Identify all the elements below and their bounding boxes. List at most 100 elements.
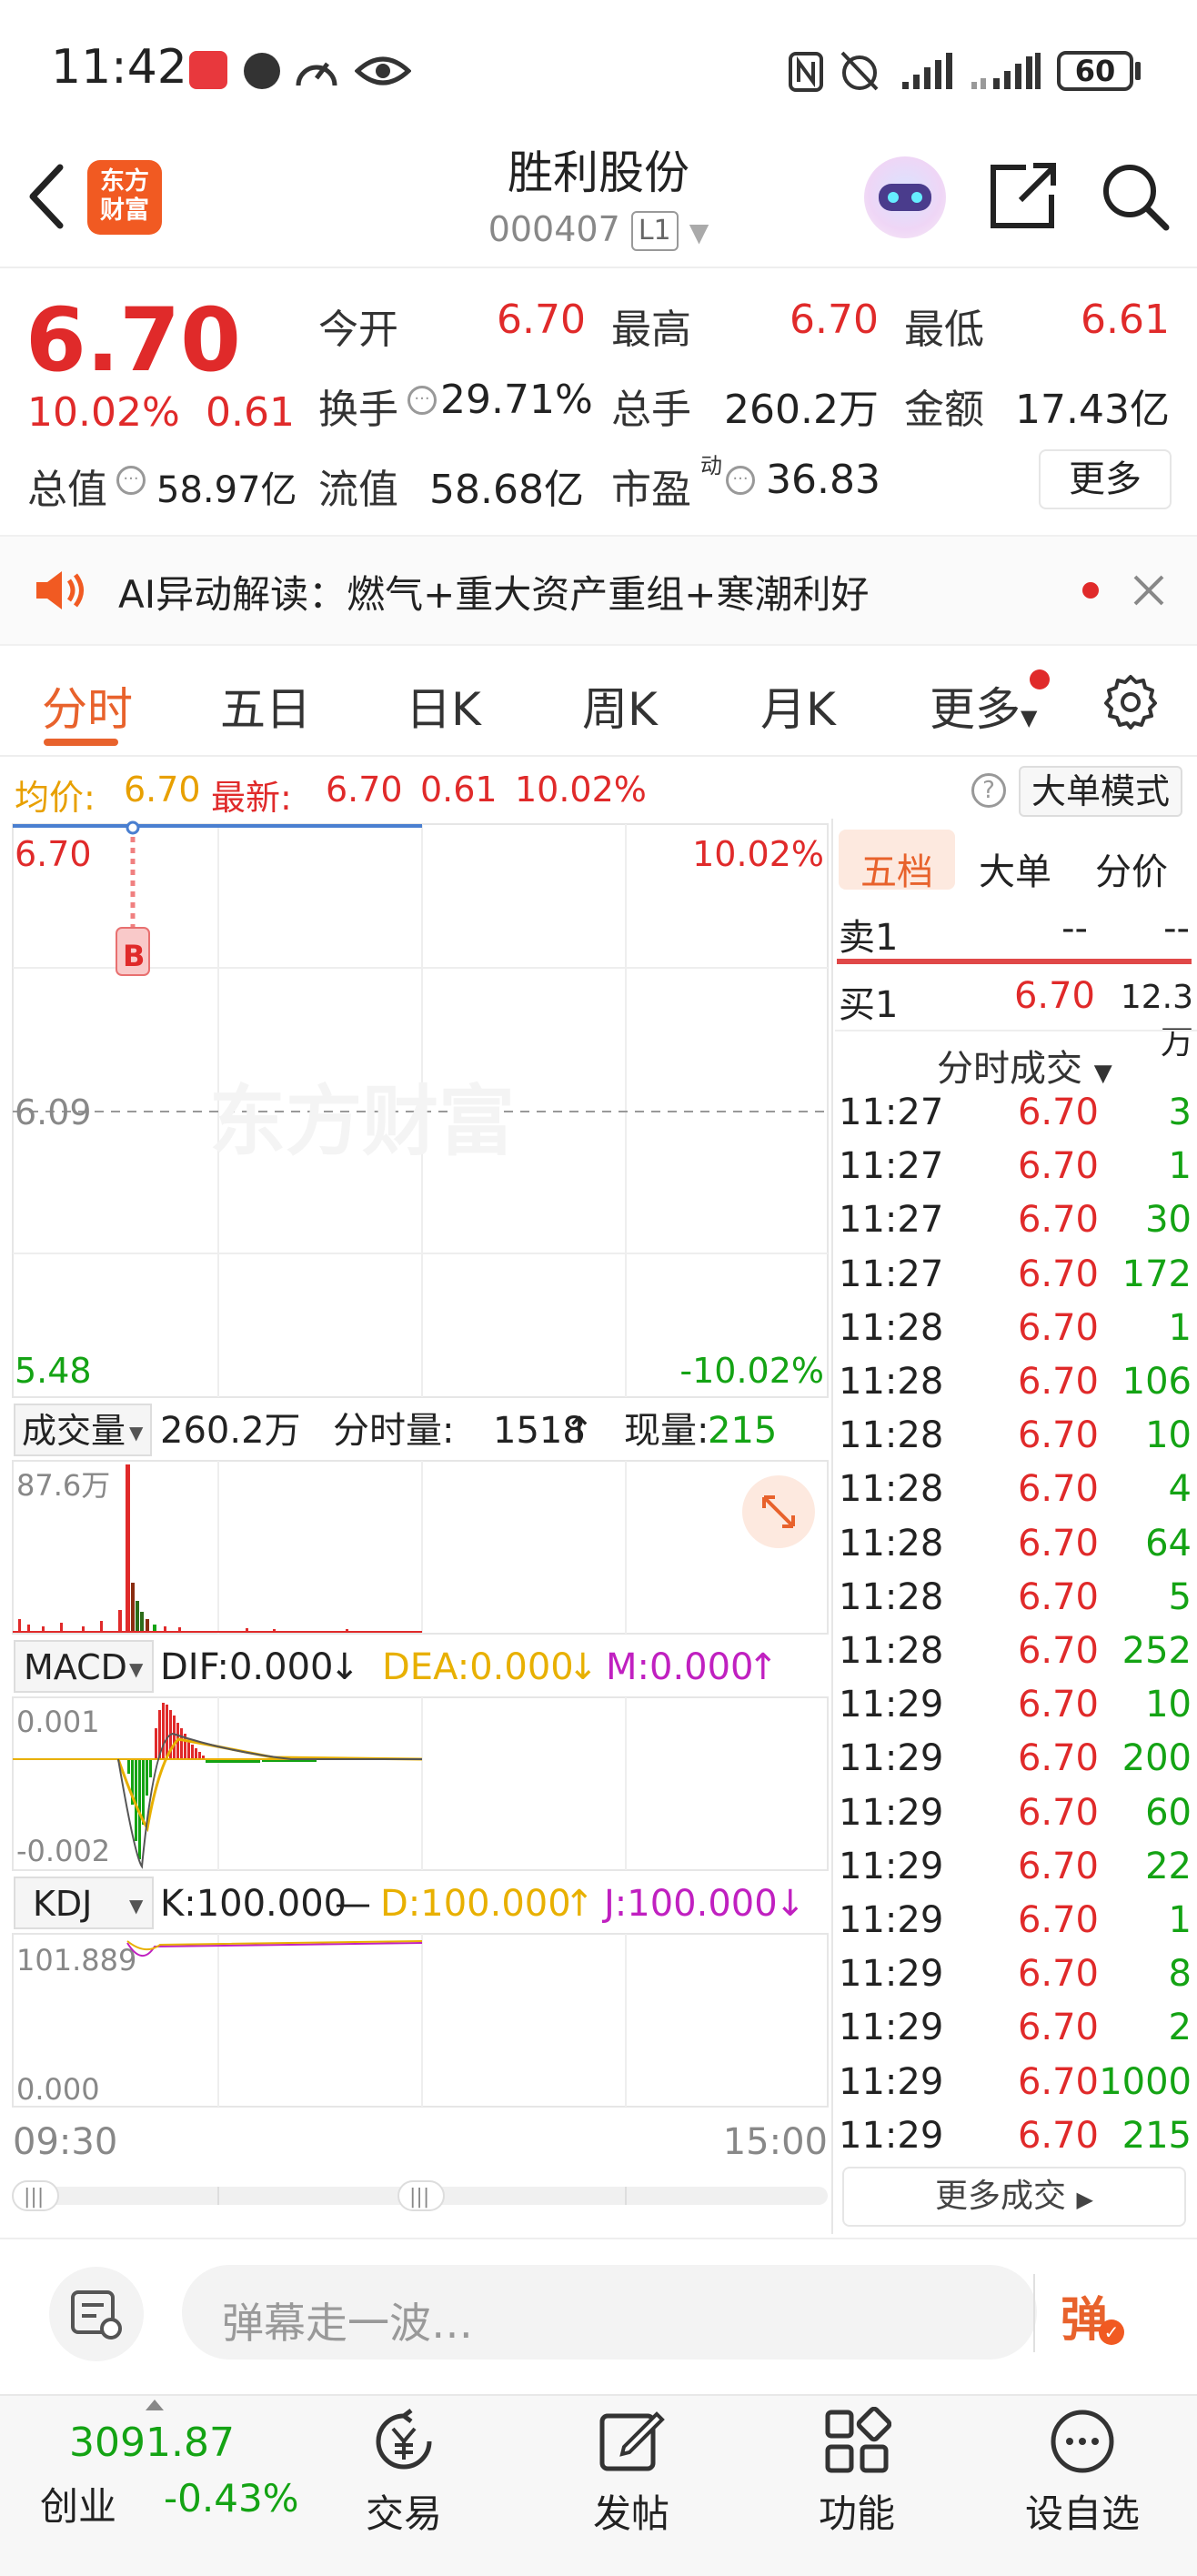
chevron-down-icon: ▼ — [689, 217, 709, 247]
kdj-d: D:100.000 — [380, 1883, 571, 1925]
watermark-text: 东方财富 — [209, 1077, 515, 1166]
deal-price: 6.70 — [1017, 1684, 1099, 1726]
index-value[interactable]: 3091.87 — [69, 2420, 235, 2466]
info-icon[interactable]: ··· — [116, 466, 146, 495]
tab-five-levels[interactable]: 五档 — [860, 842, 933, 895]
tab-weekly-k[interactable]: 周K — [582, 673, 658, 739]
deals-header-label: 分时成交 — [937, 1048, 1082, 1090]
change-amount: 0.61 — [206, 389, 295, 436]
deal-price: 6.70 — [1017, 2114, 1099, 2157]
danmu-placeholder: 弹幕走一波… — [222, 2299, 473, 2348]
deal-row: 11:28 6.70 106 — [839, 1361, 1193, 1414]
check-icon: ✓ — [1099, 2319, 1124, 2345]
tab-more[interactable]: 更多▼ — [930, 673, 1037, 739]
avg-price-value: 6.70 — [124, 770, 201, 810]
post-edit-icon[interactable] — [597, 2407, 666, 2476]
big-order-mode-button[interactable]: 大单模式 — [1019, 766, 1182, 817]
battery-level: 60 — [1074, 54, 1116, 88]
nav-trade[interactable]: 交易 — [313, 2483, 495, 2539]
turnover-value: 29.71% — [440, 377, 593, 423]
price-axis-mid: 6.09 — [15, 1092, 92, 1132]
stock-code: 000407 — [488, 209, 620, 249]
arrow-down-icon: ↓ — [775, 1883, 806, 1925]
volume-selector[interactable]: 成交量 — [22, 1411, 126, 1451]
index-change[interactable]: -0.43% — [164, 2476, 299, 2521]
share-icon[interactable] — [990, 160, 1059, 229]
deal-time: 11:28 — [839, 1630, 944, 1672]
sell1-volume: -- — [1163, 908, 1190, 950]
deal-row: 11:29 6.70 60 — [839, 1792, 1193, 1846]
search-icon[interactable] — [1099, 160, 1170, 231]
tab-more-label: 更多 — [930, 683, 1021, 736]
deal-volume: 1 — [1168, 1899, 1192, 1941]
deal-price: 6.70 — [1017, 1253, 1099, 1295]
tab-monthly-k[interactable]: 月K — [760, 673, 836, 739]
grip-icon: ||| — [24, 2186, 44, 2209]
deal-price: 6.70 — [1017, 2060, 1099, 2103]
more-quote-button[interactable]: 更多 — [1039, 449, 1172, 509]
macd-axis-max: 0.001 — [16, 1705, 100, 1739]
deal-row: 11:29 6.70 10 — [839, 1684, 1193, 1737]
market-cap-label: 总值 — [27, 467, 107, 513]
grip-icon: ||| — [409, 2186, 429, 2209]
info-icon[interactable]: ··· — [407, 386, 437, 415]
volume-total: 260.2万 — [160, 1410, 301, 1452]
deal-price: 6.70 — [1017, 2007, 1099, 2049]
pe-superscript: 动 — [700, 453, 722, 478]
tab-big-orders[interactable]: 大单 — [979, 842, 1051, 895]
help-icon[interactable]: ? — [971, 773, 1006, 808]
deal-row: 11:29 6.70 8 — [839, 1953, 1193, 2007]
macd-selector[interactable]: MACD — [24, 1647, 127, 1687]
info-icon[interactable]: ··· — [726, 466, 755, 495]
change-percent: 10.02% — [27, 389, 180, 436]
low-label: 最低 — [904, 307, 984, 353]
deal-price: 6.70 — [1017, 1468, 1099, 1511]
tab-five-day[interactable]: 五日 — [220, 673, 311, 739]
latest-price-label: 最新: — [211, 778, 292, 818]
deal-row: 11:27 6.70 172 — [839, 1253, 1193, 1307]
deal-volume: 64 — [1145, 1522, 1192, 1565]
tab-daily-k[interactable]: 日K — [406, 673, 481, 739]
total-volume-label: 总手 — [611, 387, 691, 433]
pe-label: 市盈 — [611, 467, 691, 513]
float-cap-label: 流值 — [318, 467, 398, 513]
intraday-chart[interactable]: 东方财富 B 6.70 6.09 5.48 10.02% -10.02% 成交量… — [0, 819, 833, 2219]
turnover-label: 换手 — [318, 387, 398, 433]
unread-dot — [1082, 582, 1099, 599]
ai-assistant-icon[interactable] — [864, 156, 946, 238]
tab-price-dist[interactable]: 分价 — [1095, 842, 1168, 895]
current-price: 6.70 — [25, 289, 241, 391]
deal-price: 6.70 — [1017, 1737, 1099, 1780]
pe-value: 36.83 — [766, 457, 880, 503]
close-icon[interactable] — [1132, 573, 1166, 608]
deal-time: 11:28 — [839, 1414, 944, 1457]
nav-post[interactable]: 发帖 — [540, 2483, 722, 2539]
high-label: 最高 — [611, 307, 691, 353]
comment-list-button[interactable] — [49, 2267, 144, 2361]
deal-price: 6.70 — [1017, 1899, 1099, 1941]
nav-functions[interactable]: 功能 — [766, 2483, 948, 2539]
functions-grid-icon[interactable] — [822, 2407, 891, 2476]
deal-time: 11:29 — [839, 1899, 944, 1941]
nav-add-watchlist[interactable]: 设自选 — [991, 2483, 1173, 2539]
tab-active-indicator — [44, 739, 118, 746]
deal-volume: 10 — [1145, 1684, 1192, 1726]
deal-time: 11:28 — [839, 1306, 944, 1349]
chevron-down-icon: ▼ — [129, 1422, 144, 1444]
deal-price: 6.70 — [1017, 1306, 1099, 1349]
deals-header[interactable]: 分时成交 ▼ — [937, 1039, 1112, 1092]
index-name[interactable]: 创业 — [40, 2476, 116, 2531]
open-value: 6.70 — [497, 297, 586, 343]
more-deals-button[interactable]: 更多成交 ▶ — [842, 2167, 1186, 2227]
trade-yen-icon[interactable] — [369, 2407, 438, 2476]
settings-gear-icon[interactable] — [1102, 673, 1159, 730]
kdj-selector[interactable]: KDJ — [33, 1884, 92, 1924]
deal-price: 6.70 — [1017, 1092, 1099, 1133]
time-axis-start: 09:30 — [13, 2121, 117, 2163]
tab-intraday[interactable]: 分时 — [42, 673, 133, 739]
caret-up-icon — [146, 2400, 164, 2410]
status-time: 11:42 — [51, 40, 187, 95]
more-dots-icon[interactable] — [1048, 2407, 1117, 2476]
deal-price: 6.70 — [1017, 1145, 1099, 1188]
deal-time: 11:29 — [839, 2060, 944, 2103]
